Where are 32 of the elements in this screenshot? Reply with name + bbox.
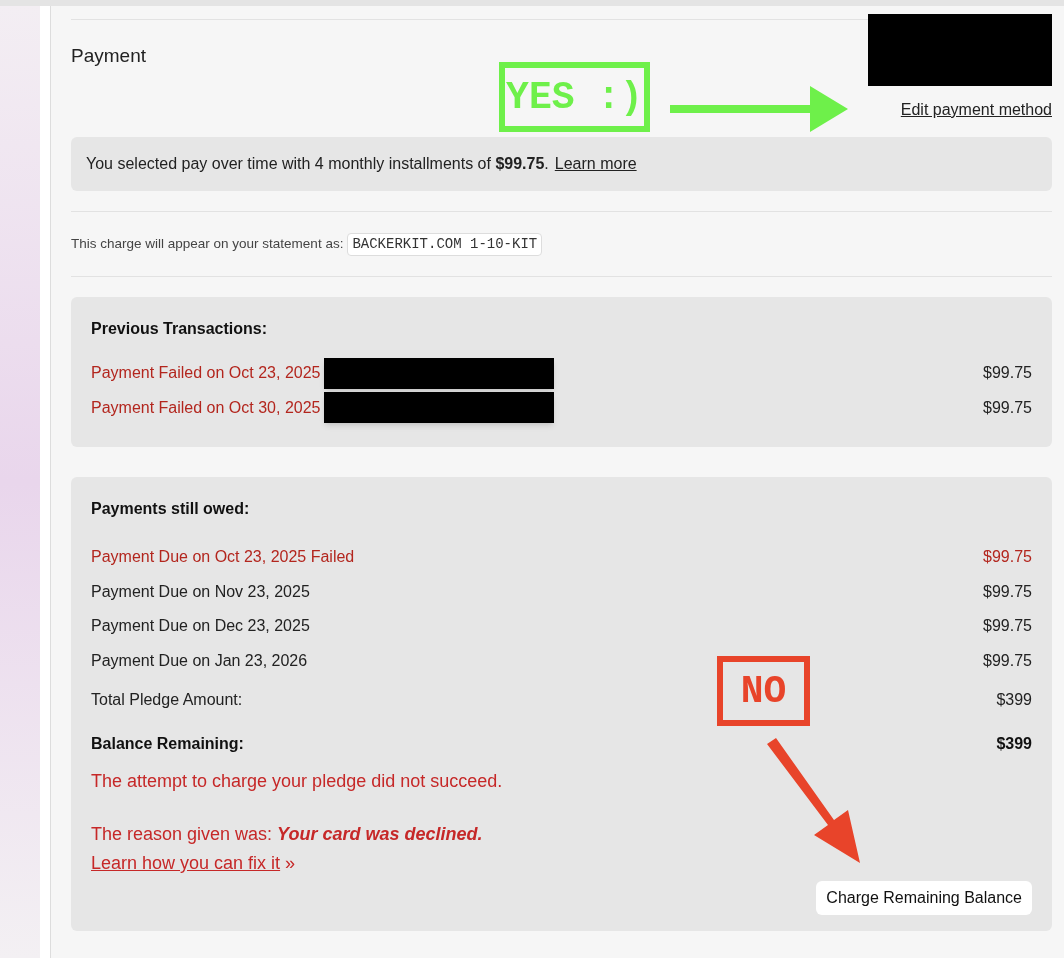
annotation-label: YES :) [499,62,650,132]
arrow-icon [670,84,850,134]
statement-descriptor: BACKERKIT.COM 1-10-KIT [347,232,543,256]
payment-label: Payment Failed on Oct 23, 2025 [91,363,321,384]
installment-text: You selected pay over time with 4 monthly installments of $99.75. [86,154,549,174]
payment-amount: $99.75 [983,363,1032,384]
total-label: Balance Remaining: [91,734,244,754]
card-title: Previous Transactions: [91,319,269,339]
link-suffix: » [285,852,296,875]
card-title: Payments still owed: [91,499,251,519]
payment-amount: $99.75 [983,397,1032,418]
statement-label: This charge will appear on your statement as: [71,234,344,253]
total-amount: $399 [996,734,1032,754]
payment-label: Payment Due on Dec 23, 2025 [91,616,310,637]
error-message: The attempt to charge your pledge did not succeed. [91,770,504,793]
annotation-label: NO [717,656,810,726]
edit-payment-link[interactable]: Edit payment method [900,98,1052,122]
payment-label: Payment Due on Nov 23, 2025 [91,581,310,602]
payment-amount: $99.75 [983,650,1032,671]
total-label: Total Pledge Amount: [91,690,243,710]
payment-label: Payment Failed on Oct 30, 2025 [91,397,321,418]
payment-amount: $99.75 [983,547,1032,568]
payment-amount: $99.75 [983,581,1032,602]
payment-label: Payment Due on Jan 23, 2026 [91,650,308,671]
decline-reason: The reason given was: Your card was declined. [91,823,484,846]
fix-link[interactable]: Learn how you can fix it [91,850,281,877]
payment-label: Payment Due on Oct 23, 2025 Failed [91,547,355,568]
charge-balance-button[interactable]: Charge Remaining Balance [816,881,1032,915]
section-title: Payment [71,44,146,68]
learn-more-link[interactable]: Learn more [554,152,637,176]
total-amount: $399 [996,690,1032,710]
payment-amount: $99.75 [983,616,1032,637]
